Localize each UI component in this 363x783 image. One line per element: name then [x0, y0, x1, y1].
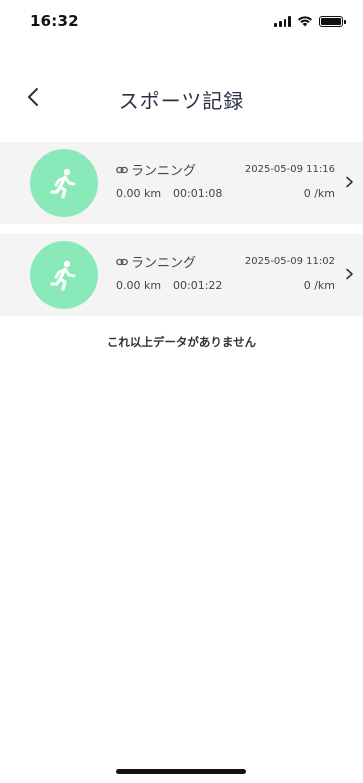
record-item[interactable]: ランニング 2025-05-09 11:16 0.00 km 00:01:08 …	[0, 142, 363, 224]
sport-name-label: ランニング	[131, 256, 197, 271]
sport-avatar	[30, 241, 98, 309]
record-distance: 0.00 km	[116, 279, 162, 292]
record-distance: 0.00 km	[116, 187, 162, 200]
sport-avatar	[30, 149, 98, 217]
signal-icon	[274, 15, 291, 27]
sport-name: ランニング	[116, 252, 196, 271]
running-icon	[50, 168, 76, 199]
status-bar: 16:32	[0, 0, 363, 44]
status-time: 16:32	[30, 12, 79, 30]
record-item[interactable]: ランニング 2025-05-09 11:02 0.00 km 00:01:22 …	[0, 234, 363, 316]
record-duration: 00:01:22	[173, 279, 223, 292]
record-date: 2025-05-09 11:16	[244, 164, 335, 175]
status-icons	[274, 15, 346, 27]
record-date: 2025-05-09 11:02	[244, 256, 335, 267]
nav-bar: スポーツ記録	[0, 76, 363, 118]
screen: 16:32 スポーツ記録 ランニング 2025-05-09 11:16 0.00…	[0, 0, 363, 783]
link-icon	[116, 166, 128, 173]
record-pace: 0 /km	[303, 279, 335, 292]
chevron-right-icon	[346, 176, 353, 188]
page-title: スポーツ記録	[118, 89, 245, 113]
home-indicator[interactable]	[116, 769, 246, 774]
sport-name: ランニング	[116, 160, 196, 179]
no-more-data-text: これ以上データがありません	[106, 335, 257, 349]
sport-name-label: ランニング	[131, 164, 197, 179]
record-pace: 0 /km	[303, 187, 335, 200]
running-icon	[50, 260, 76, 291]
record-list: ランニング 2025-05-09 11:16 0.00 km 00:01:08 …	[0, 142, 363, 326]
battery-fill	[321, 17, 341, 25]
record-duration: 00:01:08	[173, 187, 223, 200]
link-icon	[116, 258, 128, 265]
chevron-right-icon	[346, 268, 353, 280]
battery-icon	[319, 15, 346, 27]
wifi-icon	[298, 16, 312, 27]
